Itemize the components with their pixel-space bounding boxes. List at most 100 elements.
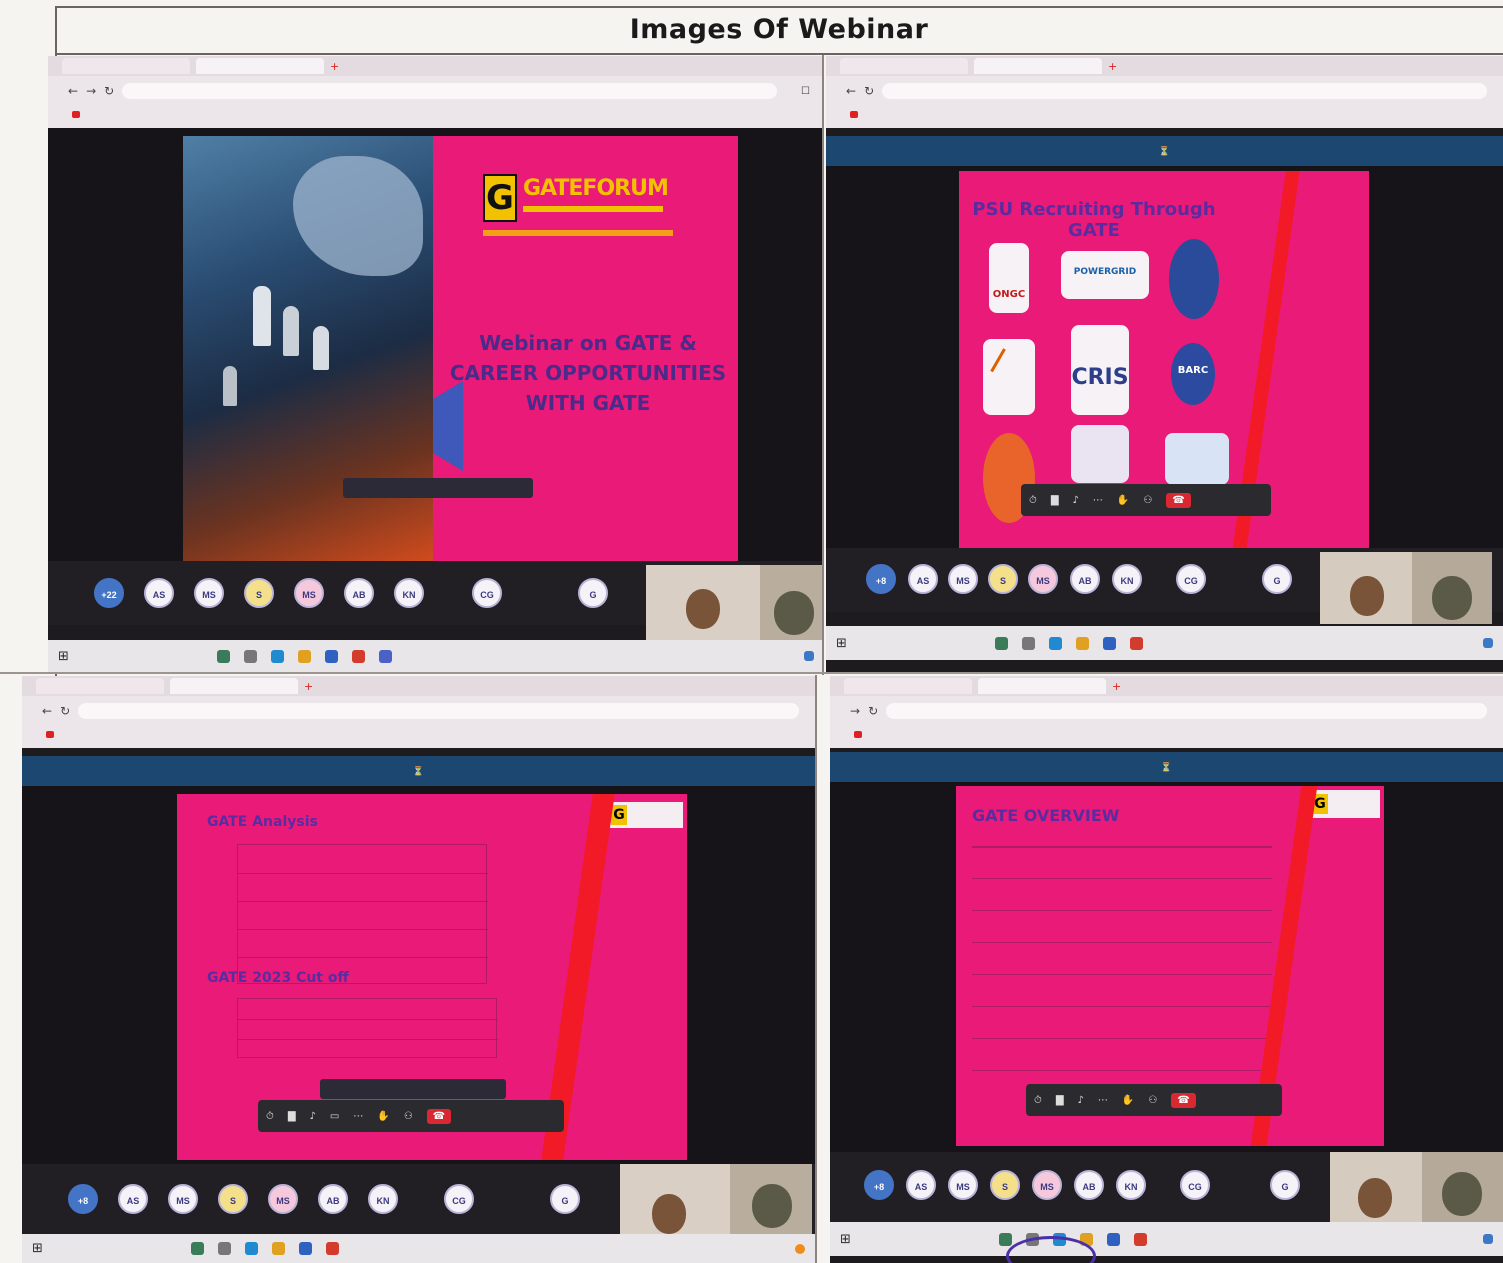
participant-avatar[interactable]: MS xyxy=(194,578,224,608)
taskbar-app-icon[interactable] xyxy=(298,1242,312,1255)
url-field[interactable] xyxy=(886,703,1487,719)
browser-tab[interactable] xyxy=(844,678,972,694)
participant-avatar[interactable]: G xyxy=(1262,564,1292,594)
people-icon[interactable]: ⚇ xyxy=(404,1111,413,1122)
people-icon[interactable]: ⚇ xyxy=(1143,495,1152,506)
taskbar-app-icon[interactable] xyxy=(1133,1232,1147,1246)
new-tab-icon[interactable]: + xyxy=(304,680,313,693)
taskbar-app-icon[interactable] xyxy=(325,1242,339,1255)
participant-avatar[interactable]: CG xyxy=(1180,1170,1210,1200)
participant-overflow-avatar[interactable]: +8 xyxy=(866,564,896,594)
share-icon[interactable]: ▇ xyxy=(288,1111,296,1122)
participant-overflow-avatar[interactable]: +8 xyxy=(68,1184,98,1214)
bookmark-youtube[interactable] xyxy=(72,110,83,120)
hand-icon[interactable]: ✋ xyxy=(377,1111,389,1122)
reload-icon[interactable]: ↻ xyxy=(868,704,878,718)
participant-avatar[interactable]: AS xyxy=(144,578,174,608)
back-icon[interactable]: ← xyxy=(42,704,52,718)
camera-icon[interactable]: ▭ xyxy=(330,1111,339,1122)
reload-icon[interactable]: ↻ xyxy=(60,704,70,718)
participant-avatar[interactable]: G xyxy=(578,578,608,608)
taskbar-app-icon[interactable] xyxy=(998,1232,1012,1246)
taskbar-app-icon[interactable] xyxy=(994,636,1008,650)
taskbar-app-icon[interactable] xyxy=(351,649,365,663)
taskbar-app-icon[interactable] xyxy=(270,649,284,663)
mic-icon[interactable]: ♪ xyxy=(1073,495,1079,506)
participant-avatar[interactable]: CG xyxy=(444,1184,474,1214)
participant-avatar[interactable]: CG xyxy=(1176,564,1206,594)
browser-tab[interactable] xyxy=(36,678,164,694)
share-icon[interactable]: ▇ xyxy=(1051,495,1059,506)
people-icon[interactable]: ⚇ xyxy=(1148,1095,1157,1106)
back-icon[interactable]: ← xyxy=(846,84,856,98)
taskbar-app-icon[interactable] xyxy=(1129,636,1143,650)
taskbar-app-icon[interactable] xyxy=(217,1242,231,1255)
extensions-icon[interactable]: ☐ xyxy=(801,86,810,97)
taskbar-app-icon[interactable] xyxy=(243,649,257,663)
participant-avatar[interactable]: G xyxy=(550,1184,580,1214)
bookmark-youtube[interactable] xyxy=(46,730,57,740)
more-icon[interactable]: ⋯ xyxy=(353,1111,363,1122)
hang-up-button[interactable]: ☎ xyxy=(1171,1092,1196,1108)
taskbar-app-icon[interactable] xyxy=(324,649,338,663)
participant-avatar[interactable]: S xyxy=(244,578,274,608)
participant-avatar[interactable]: KN xyxy=(368,1184,398,1214)
more-icon[interactable]: ⋯ xyxy=(1098,1095,1108,1106)
participant-avatar[interactable]: G xyxy=(1270,1170,1300,1200)
participant-avatar[interactable]: AS xyxy=(906,1170,936,1200)
taskbar-app-icon[interactable] xyxy=(271,1242,285,1255)
bookmark-youtube[interactable] xyxy=(854,730,865,740)
url-field[interactable] xyxy=(122,83,778,99)
windows-start-icon[interactable]: ⊞ xyxy=(58,649,69,664)
participant-avatar[interactable]: S xyxy=(990,1170,1020,1200)
windows-start-icon[interactable]: ⊞ xyxy=(32,1241,43,1256)
participant-avatar[interactable]: MS xyxy=(948,1170,978,1200)
taskbar-app-icon[interactable] xyxy=(1075,636,1089,650)
new-tab-icon[interactable]: + xyxy=(330,60,339,73)
more-icon[interactable]: ⋯ xyxy=(1093,495,1103,506)
participant-avatar[interactable]: KN xyxy=(1116,1170,1146,1200)
browser-tab[interactable] xyxy=(974,58,1102,74)
participant-avatar[interactable]: AB xyxy=(1070,564,1100,594)
browser-tab[interactable] xyxy=(978,678,1106,694)
participant-avatar[interactable]: MS xyxy=(948,564,978,594)
participant-avatar[interactable]: AS xyxy=(908,564,938,594)
hand-icon[interactable]: ✋ xyxy=(1122,1095,1134,1106)
windows-start-icon[interactable]: ⊞ xyxy=(836,636,847,651)
forward-icon[interactable]: → xyxy=(850,704,860,718)
participant-avatar[interactable]: CG xyxy=(472,578,502,608)
hand-icon[interactable]: ✋ xyxy=(1117,495,1129,506)
participant-avatar[interactable]: AB xyxy=(318,1184,348,1214)
taskbar-app-icon[interactable] xyxy=(297,649,311,663)
browser-tab[interactable] xyxy=(840,58,968,74)
windows-start-icon[interactable]: ⊞ xyxy=(840,1232,851,1247)
browser-tab[interactable] xyxy=(170,678,298,694)
hang-up-button[interactable]: ☎ xyxy=(426,1108,452,1124)
url-field[interactable] xyxy=(882,83,1487,99)
taskbar-app-icon[interactable] xyxy=(190,1242,204,1255)
forward-icon[interactable]: → xyxy=(86,84,96,98)
new-tab-icon[interactable]: + xyxy=(1112,680,1121,693)
reload-icon[interactable]: ↻ xyxy=(864,84,874,98)
hang-up-button[interactable]: ☎ xyxy=(1166,492,1191,508)
back-icon[interactable]: ← xyxy=(68,84,78,98)
participant-avatar[interactable]: MS xyxy=(168,1184,198,1214)
weather-icon[interactable] xyxy=(795,1243,805,1254)
participant-avatar[interactable]: MS xyxy=(294,578,324,608)
participant-overflow-avatar[interactable]: +22 xyxy=(94,578,124,608)
new-tab-icon[interactable]: + xyxy=(1108,60,1117,73)
participant-avatar[interactable]: MS xyxy=(1028,564,1058,594)
taskbar-app-icon[interactable] xyxy=(1102,636,1116,650)
tray-icon[interactable] xyxy=(1483,1234,1493,1244)
mic-icon[interactable]: ♪ xyxy=(1078,1095,1084,1106)
reload-icon[interactable]: ↻ xyxy=(104,84,114,98)
participant-avatar[interactable]: AS xyxy=(118,1184,148,1214)
taskbar-app-icon[interactable] xyxy=(1048,636,1062,650)
participant-avatar[interactable]: MS xyxy=(1032,1170,1062,1200)
tray-icon[interactable] xyxy=(804,651,814,661)
taskbar-app-icon[interactable] xyxy=(1106,1232,1120,1246)
share-icon[interactable]: ▇ xyxy=(1056,1095,1064,1106)
participant-avatar[interactable]: S xyxy=(988,564,1018,594)
browser-tab[interactable] xyxy=(62,58,190,74)
participant-avatar[interactable]: MS xyxy=(268,1184,298,1214)
